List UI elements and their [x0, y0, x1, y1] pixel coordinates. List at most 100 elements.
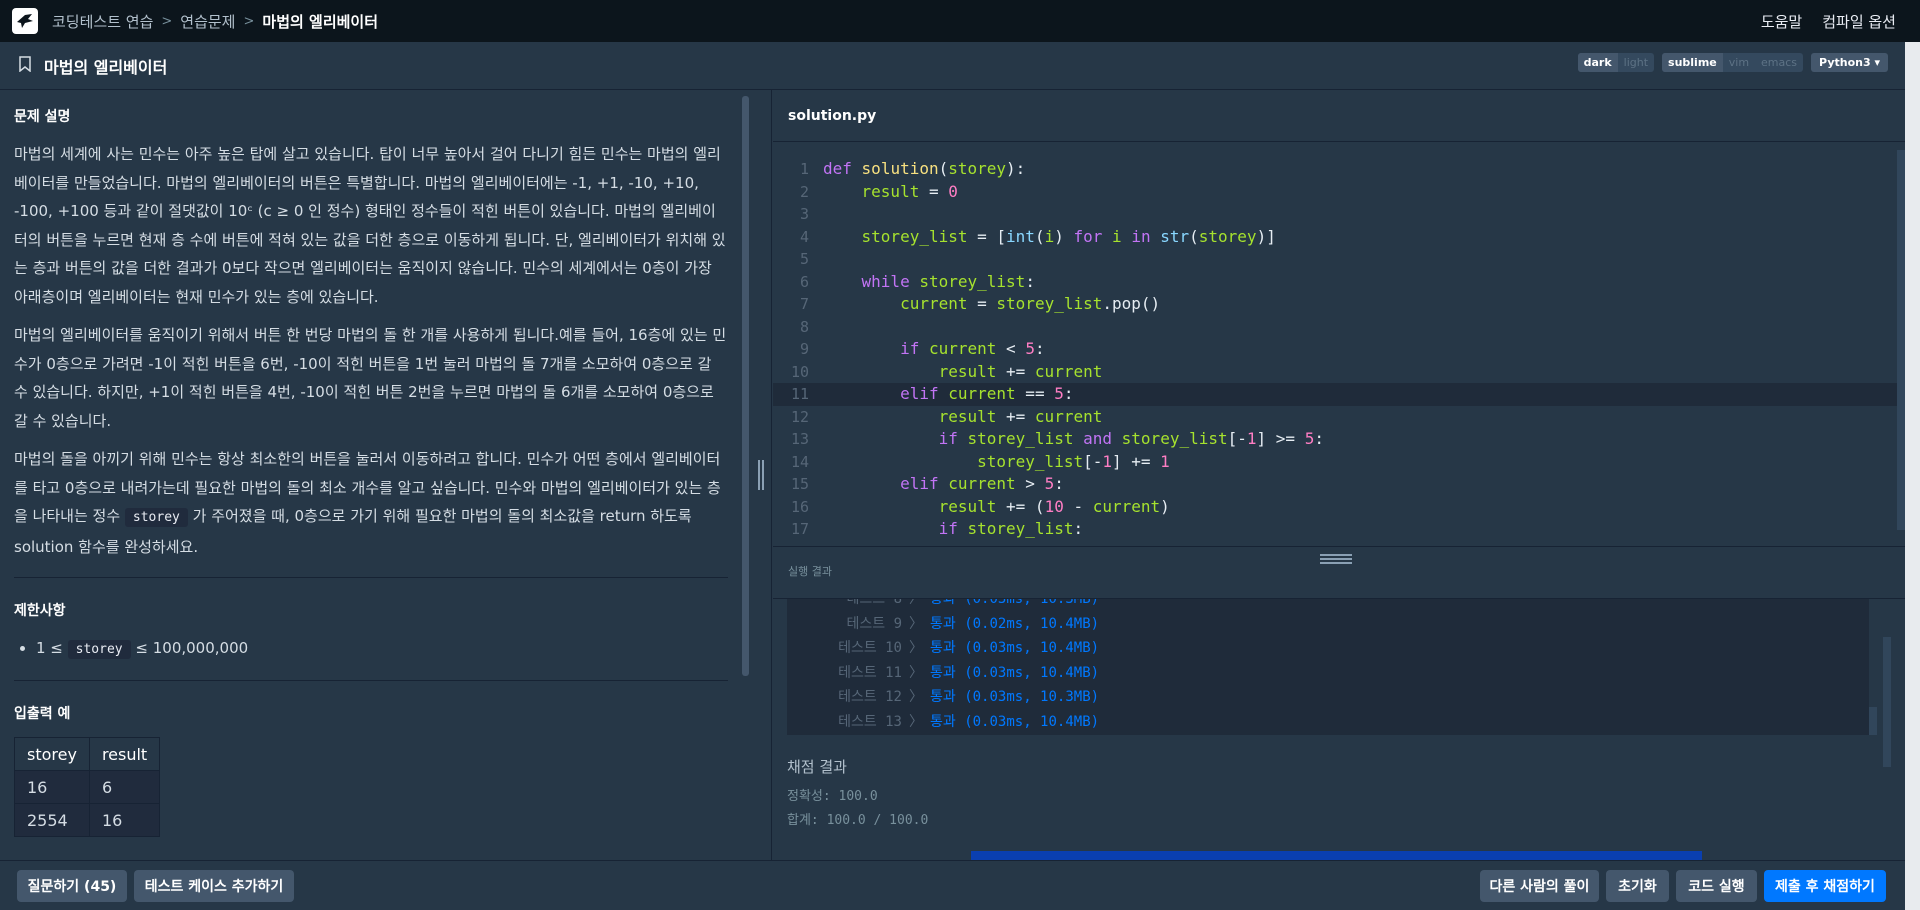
chevron-right-icon: 〉 — [909, 640, 923, 656]
test-name: 테스트 12 — [838, 689, 902, 705]
results-resize-handle[interactable] — [1320, 554, 1352, 564]
panel-resize-handle[interactable] — [758, 460, 766, 490]
line-number: 5 — [799, 250, 809, 268]
editor-tab[interactable]: solution.py — [773, 90, 1905, 142]
keymap-sublime-option[interactable]: sublime — [1662, 53, 1723, 72]
breadcrumb-coding-test[interactable]: 코딩테스트 연습 — [52, 11, 153, 32]
test-results-log[interactable]: 테스트 8 〉 통과 (0.03ms, 10.3MB) 테스트 9 〉 통과 (0.02… — [787, 599, 1869, 735]
test-status: 통과 (0.03ms, 10.3MB) — [930, 689, 1100, 705]
code-line: 7 current = storey_list.pop() — [773, 293, 1898, 316]
line-number: 3 — [799, 205, 809, 223]
theme-dark-option[interactable]: dark — [1577, 53, 1618, 72]
keymap-vim-option[interactable]: vim — [1723, 53, 1755, 72]
results-panel: 실행 결과 테스트 8 〉 통과 (0.03ms, 10.3MB) 테스트 9 〉 통과… — [773, 546, 1905, 860]
line-number: 1 — [799, 160, 809, 178]
language-select-value: Python3 — [1819, 56, 1871, 69]
test-status: 통과 (0.02ms, 10.4MB) — [930, 615, 1100, 632]
results-scrollbar[interactable] — [1883, 637, 1891, 767]
line-number: 7 — [799, 295, 809, 313]
constraint-text: 1 ≤ — [36, 639, 68, 657]
code-line: 4 storey_list = [int(i) for i in str(sto… — [773, 226, 1898, 249]
problem-description-panel: 문제 설명 마법의 세계에 사는 민수는 아주 높은 탑에 살고 있습니다. 탑… — [0, 90, 772, 860]
test-result-row: 테스트 10 〉 통과 (0.03ms, 10.4MB) — [787, 636, 1869, 661]
chevron-right-icon: > — [243, 13, 255, 29]
test-name: 테스트 8 — [846, 599, 903, 607]
code-line: 16 result += (10 - current) — [773, 496, 1898, 519]
editor-scrollbar[interactable] — [1897, 150, 1905, 530]
editor-options: dark light sublime vim emacs Python3 ▾ — [1577, 53, 1888, 72]
code-line: 15 elif current > 5: — [773, 473, 1898, 496]
add-testcase-button[interactable]: 테스트 케이스 추가하기 — [134, 870, 294, 902]
code-line: 6 while storey_list: — [773, 271, 1898, 294]
code-area[interactable]: 1 def solution(storey): 2 result = 0 3 4 … — [773, 158, 1898, 538]
bookmark-icon[interactable] — [18, 55, 32, 76]
divider — [14, 577, 728, 578]
reset-button[interactable]: 초기화 — [1606, 870, 1669, 902]
submit-button[interactable]: 제출 후 채점하기 — [1764, 870, 1886, 902]
line-number: 2 — [799, 182, 809, 201]
keymap-emacs-option[interactable]: emacs — [1755, 53, 1803, 72]
table-row: 2554 16 — [14, 803, 161, 837]
code-line: 14 storey_list[-1] += 1 — [773, 451, 1898, 474]
io-example-table: storey result 16 6 2554 16 — [14, 737, 161, 837]
test-result-row: 테스트 8 〉 통과 (0.03ms, 10.3MB) — [787, 599, 1869, 612]
chevron-right-icon: 〉 — [909, 615, 923, 632]
programmers-logo-icon[interactable] — [12, 8, 38, 34]
code-line: 13 if storey_list and storey_list[-1] >=… — [773, 428, 1898, 451]
help-link[interactable]: 도움말 — [1761, 11, 1802, 32]
breadcrumb-practice[interactable]: 연습문제 — [180, 11, 235, 32]
page-scrollbar[interactable] — [1905, 42, 1920, 910]
line-number: 6 — [799, 272, 809, 291]
code-line: 17 if storey_list: — [773, 518, 1898, 538]
table-row: 16 6 — [14, 770, 161, 804]
theme-toggle: dark light — [1577, 53, 1655, 72]
test-result-row: 테스트 13 〉 통과 (0.03ms, 10.4MB) — [787, 710, 1869, 735]
table-cell: 2554 — [14, 803, 90, 837]
constraint-item: 1 ≤ storey ≤ 100,000,000 — [36, 634, 728, 664]
code-line-active: 11 elif current == 5: — [773, 383, 1898, 406]
test-status: 통과 (0.03ms, 10.4MB) — [930, 664, 1100, 681]
test-result-row: 테스트 12 〉 통과 (0.03ms, 10.3MB) — [787, 685, 1869, 710]
lesson-header: 마법의 엘리베이터 dark light sublime vim emacs P… — [0, 42, 1920, 90]
language-select[interactable]: Python3 ▾ — [1811, 53, 1888, 72]
run-code-button[interactable]: 코드 실행 — [1676, 870, 1757, 902]
test-result-row: 테스트 11 〉 통과 (0.03ms, 10.4MB) — [787, 661, 1869, 686]
keymap-toggle: sublime vim emacs — [1662, 53, 1804, 72]
test-name: 테스트 10 — [838, 640, 902, 656]
description-paragraph-3: 마법의 돌을 아끼기 위해 민수는 항상 최소한의 버튼을 눌러서 이동하려고 … — [14, 445, 728, 561]
line-number: 9 — [799, 340, 809, 358]
chevron-right-icon: 〉 — [909, 713, 923, 730]
code-line: 5 — [773, 248, 1898, 271]
compile-options-link[interactable]: 컴파일 옵션 — [1822, 11, 1896, 32]
log-scrollbar[interactable] — [1869, 707, 1877, 735]
code-line: 9 if current < 5: — [773, 338, 1898, 361]
line-number: 17 — [790, 520, 809, 538]
table-header-row: storey result — [14, 737, 161, 771]
code-line: 8 — [773, 316, 1898, 339]
table-header-cell: result — [88, 737, 161, 771]
others-solutions-button[interactable]: 다른 사람의 풀이 — [1480, 870, 1599, 902]
line-number: 10 — [790, 362, 809, 381]
line-number: 14 — [790, 452, 809, 471]
test-result-row: 테스트 9 〉 통과 (0.02ms, 10.4MB) — [787, 612, 1869, 637]
test-name: 테스트 11 — [838, 664, 902, 681]
chevron-right-icon: 〉 — [909, 664, 923, 681]
results-header: 실행 결과 — [773, 547, 1905, 599]
code-line: 3 — [773, 203, 1898, 226]
table-cell: 6 — [88, 770, 161, 804]
accuracy-score: 정확성: 100.0 — [787, 789, 878, 804]
ask-question-button[interactable]: 질문하기 (45) — [17, 870, 127, 902]
theme-light-option[interactable]: light — [1618, 53, 1654, 72]
constraints-heading: 제한사항 — [14, 603, 66, 619]
io-example-heading: 입출력 예 — [14, 706, 71, 722]
code-line: 2 result = 0 — [773, 181, 1898, 204]
description-scrollbar[interactable] — [742, 96, 749, 676]
line-number: 12 — [790, 407, 809, 426]
test-name: 테스트 13 — [838, 713, 902, 730]
table-header-cell: storey — [14, 737, 90, 771]
chevron-right-icon: 〉 — [909, 689, 923, 705]
promo-banner[interactable] — [971, 851, 1702, 860]
test-status: 통과 (0.03ms, 10.4MB) — [930, 640, 1100, 656]
breadcrumb-current: 마법의 엘리베이터 — [262, 12, 379, 31]
constraints-list: 1 ≤ storey ≤ 100,000,000 — [36, 634, 728, 664]
